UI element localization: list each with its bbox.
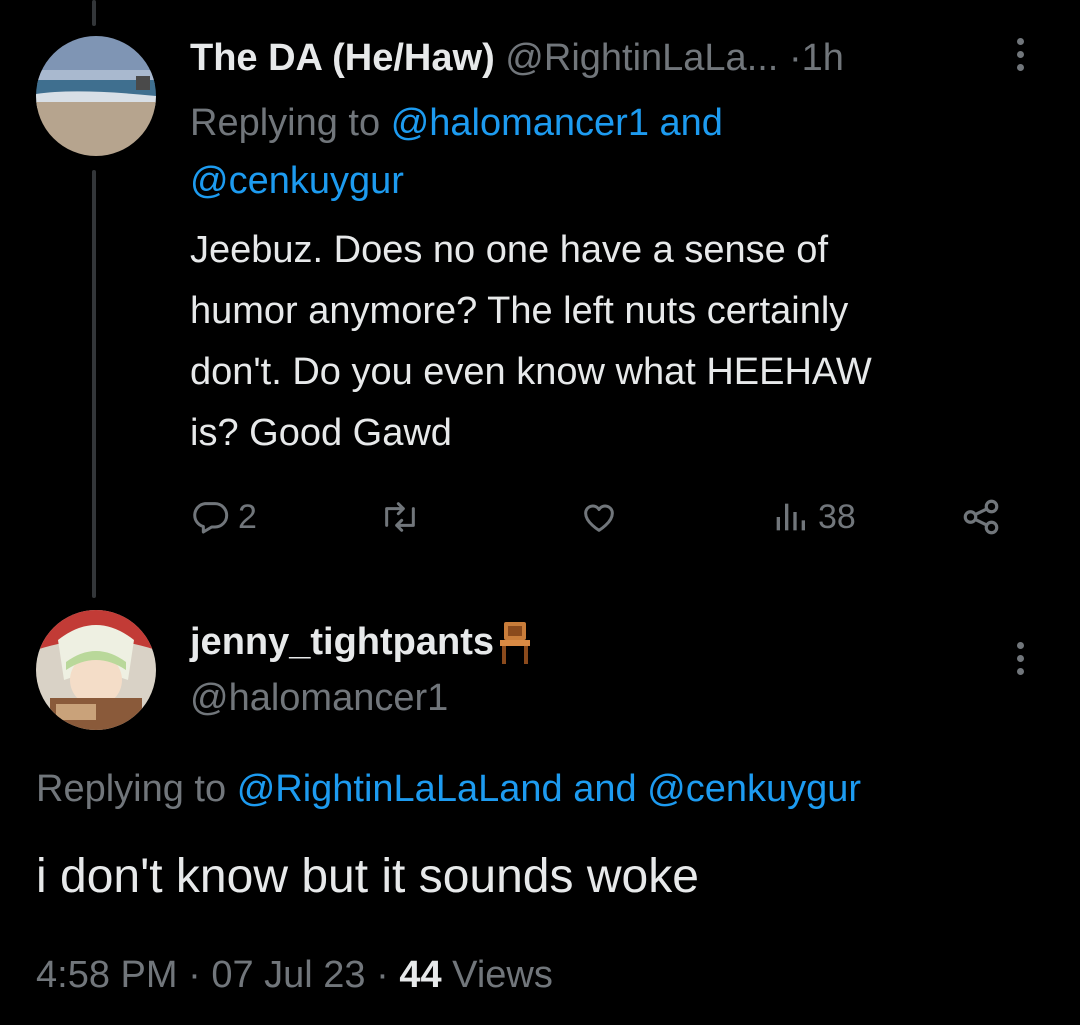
display-name[interactable]: The DA (He/Haw) [190,37,495,79]
date[interactable]: 07 Jul 23 [211,954,365,996]
retweet-button[interactable] [378,490,422,544]
beach-avatar-image [36,36,156,156]
mention-link[interactable]: @cenkuygur [647,768,861,810]
tweet1-header: The DA (He/Haw) @RightinLaLa... ·1h [190,30,990,86]
chair-emoji-icon [500,622,531,664]
anime-avatar-image [36,610,156,730]
separator: · [788,37,802,79]
reply-icon [193,502,229,534]
tweet-actions: 2 38 [190,490,1010,544]
avatar[interactable] [36,610,156,730]
user-handle[interactable]: @halomancer1 [190,670,448,726]
display-name-row: jenny_tightpants [190,614,532,670]
mention-link[interactable]: @halomancer1 [391,102,649,144]
views-label[interactable]: Views [452,954,553,996]
user-handle[interactable]: @RightinLaLa... [505,37,778,79]
views-icon [776,503,805,531]
mention-link[interactable]: @RightinLaLaLand [237,768,563,810]
separator: · [188,954,201,996]
more-icon[interactable] [1014,38,1026,71]
replying-and[interactable]: and [573,768,636,810]
thread-connector-top [92,0,96,26]
mention-link[interactable]: @cenkuygur [190,160,404,202]
tweet-text-line: is? Good Gawd [190,412,452,454]
tweet-text: Jeebuz. Does no one have a sense of humo… [190,220,1030,464]
share-button[interactable] [960,490,1002,544]
like-icon [584,504,614,532]
avatar[interactable] [36,36,156,156]
replying-prefix: Replying to [190,102,381,144]
views-count: 38 [818,497,856,536]
replying-to: Replying to @RightinLaLaLand and @cenkuy… [36,760,861,818]
timestamp[interactable]: 1h [802,37,844,79]
retweet-icon [385,502,415,532]
reply-count: 2 [238,497,257,536]
tweet-metadata: 4:58 PM · 07 Jul 23 · 44 Views [36,946,553,1004]
reply-button[interactable]: 2 [190,490,257,544]
tweet-text-line: don't. Do you even know what HEEHAW [190,351,872,393]
thread-connector [92,170,96,598]
timestamp[interactable]: 4:58 PM [36,954,178,996]
replying-prefix: Replying to [36,768,227,810]
share-icon [963,499,999,535]
tweet-text-line: humor anymore? The left nuts certainly [190,290,849,332]
more-icon[interactable] [1014,642,1026,675]
replying-to: Replying to @halomancer1 and @cenkuygur [190,94,1010,210]
tweet-text: i don't know but it sounds woke [36,850,699,903]
separator: · [376,954,389,996]
views-button[interactable]: 38 [770,490,856,544]
tweet-text-line: Jeebuz. Does no one have a sense of [190,229,829,271]
like-button[interactable] [578,490,620,544]
views-count[interactable]: 44 [399,954,441,996]
replying-and[interactable]: and [660,102,723,144]
display-name[interactable]: jenny_tightpants [190,614,494,670]
